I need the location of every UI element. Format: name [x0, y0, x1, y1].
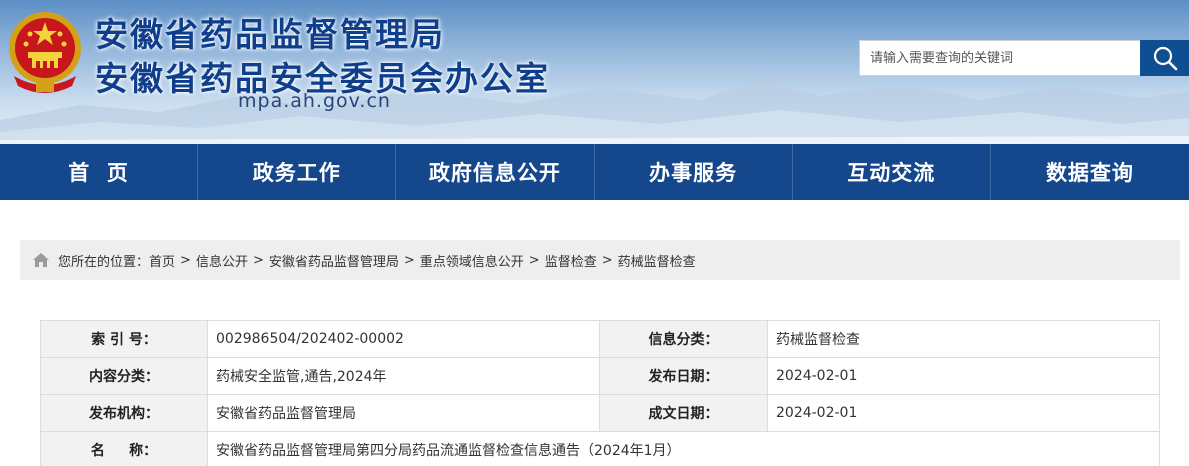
index-number-value: 002986504/202402-00002 [207, 320, 600, 358]
breadcrumb-separator: > [252, 252, 264, 268]
document-name-value: 安徽省药品监督管理局第四分局药品流通监督检查信息通告（2024年1月） [207, 431, 1160, 466]
main-nav: 首 页 政务工作 政府信息公开 办事服务 互动交流 数据查询 [0, 144, 1189, 200]
breadcrumb-item-bureau[interactable]: 安徽省药品监督管理局 [269, 251, 399, 270]
table-row: 发布机构： 安徽省药品监督管理局 成文日期： 2024-02-01 [40, 394, 1160, 432]
document-info-table: 索 引 号： 002986504/202402-00002 信息分类： 药械监督… [40, 320, 1160, 466]
publisher-label: 发布机构： [40, 394, 208, 432]
site-title-main: 安徽省药品监督管理局 [95, 15, 445, 54]
breadcrumb: 您所在的位置： 首页 > 信息公开 > 安徽省药品监督管理局 > 重点领域信息公… [20, 240, 1180, 280]
content-category-label: 内容分类： [40, 357, 208, 395]
breadcrumb-item-drug-device-inspection[interactable]: 药械监督检查 [618, 251, 696, 270]
publisher-value: 安徽省药品监督管理局 [207, 394, 600, 432]
publish-date-label: 发布日期： [599, 357, 768, 395]
national-emblem-icon [9, 12, 81, 93]
nav-item-government-affairs[interactable]: 政务工作 [198, 144, 397, 200]
table-row: 名 称： 安徽省药品监督管理局第四分局药品流通监督检查信息通告（2024年1月） [40, 431, 1160, 466]
written-date-value: 2024-02-01 [767, 394, 1160, 432]
breadcrumb-item-info-disclosure[interactable]: 信息公开 [196, 251, 248, 270]
document-name-label: 名 称： [40, 431, 208, 466]
written-date-label: 成文日期： [599, 394, 768, 432]
publish-date-value: 2024-02-01 [767, 357, 1160, 395]
info-category-label: 信息分类： [599, 320, 768, 358]
breadcrumb-separator: > [180, 252, 191, 268]
index-number-label: 索 引 号： [40, 320, 208, 358]
breadcrumb-item-key-areas[interactable]: 重点领域信息公开 [420, 251, 524, 270]
site-domain: mpa.ah.gov.cn [238, 90, 391, 112]
breadcrumb-item-supervision[interactable]: 监督检查 [545, 251, 597, 270]
search-input[interactable] [859, 40, 1141, 76]
breadcrumb-separator: > [403, 252, 415, 268]
breadcrumb-prefix: 您所在的位置： [58, 254, 150, 270]
nav-item-information-disclosure[interactable]: 政府信息公开 [396, 144, 595, 200]
home-icon [33, 253, 49, 267]
info-category-value: 药械监督检查 [767, 320, 1160, 358]
table-row: 内容分类： 药械安全监管,通告,2024年 发布日期： 2024-02-01 [40, 357, 1160, 395]
search-icon [1153, 46, 1177, 71]
breadcrumb-separator: > [601, 252, 613, 268]
breadcrumb-separator: > [528, 252, 540, 268]
content-category-value: 药械安全监管,通告,2024年 [207, 357, 600, 395]
breadcrumb-item-home[interactable]: 首页 [149, 251, 175, 270]
table-row: 索 引 号： 002986504/202402-00002 信息分类： 药械监督… [40, 320, 1160, 358]
nav-item-home[interactable]: 首 页 [0, 144, 199, 200]
nav-item-data-query[interactable]: 数据查询 [991, 144, 1189, 200]
nav-item-services[interactable]: 办事服务 [595, 144, 793, 200]
search-button[interactable] [1140, 40, 1189, 76]
site-header: 安徽省药品监督管理局 安徽省药品安全委员会办公室 mpa.ah.gov.cn [0, 0, 1189, 144]
nav-item-interaction[interactable]: 互动交流 [793, 144, 991, 200]
